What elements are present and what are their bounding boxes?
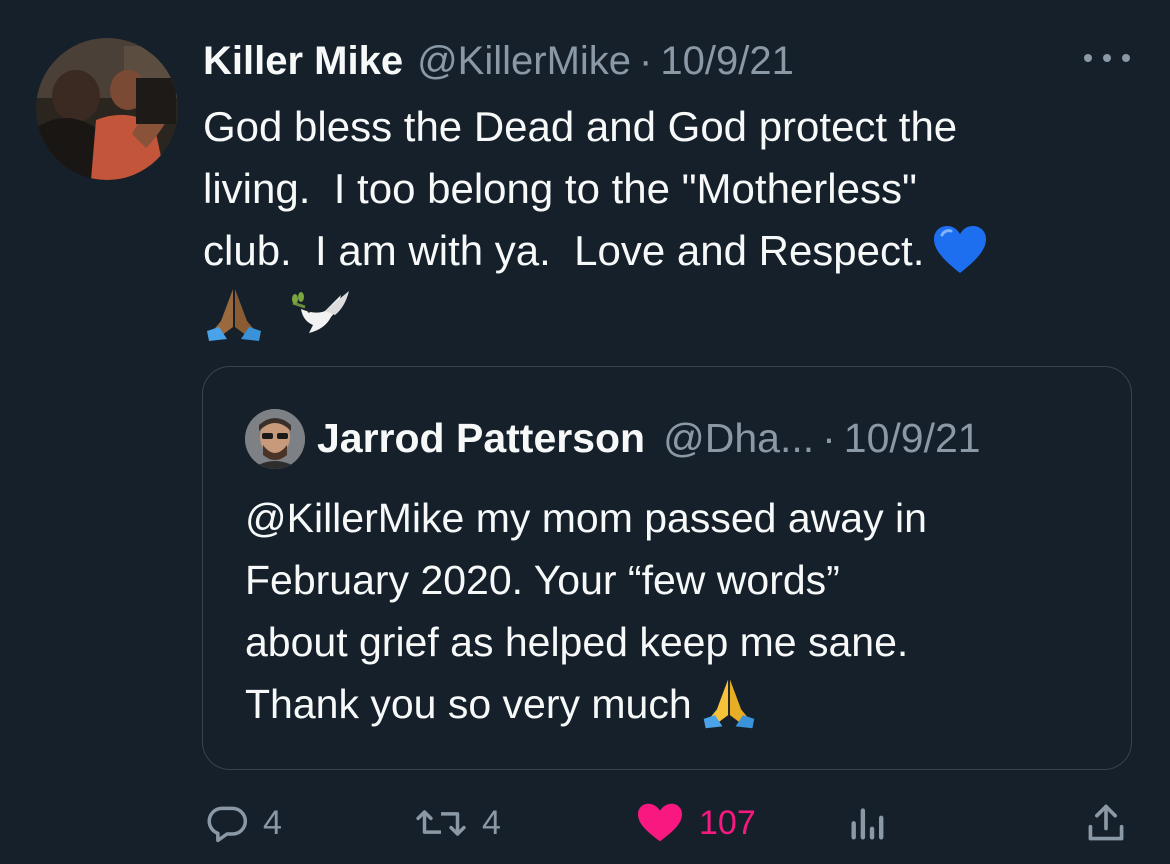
dove-emoji-icon — [292, 291, 349, 333]
tweet-actions: 4 4 107 — [0, 796, 1170, 850]
retweet-count: 4 — [482, 803, 501, 842]
quoted-text-line: @KillerMike my mom passed away in — [245, 495, 927, 541]
quoted-tweet-header: Jarrod Patterson @Dha... · 10/9/21 — [317, 412, 981, 464]
like-button[interactable]: 107 — [635, 796, 756, 850]
tweet-text-line-content: club. I am with ya. Love and Respect. — [203, 227, 925, 274]
quoted-author-avatar[interactable] — [245, 409, 305, 469]
author-name[interactable]: Killer Mike — [203, 36, 403, 86]
reply-count: 4 — [263, 803, 282, 842]
quoted-text-line-content: Thank you so very much — [245, 681, 692, 727]
blue-heart-emoji-icon — [934, 225, 987, 273]
quoted-author-name[interactable]: Jarrod Patterson — [317, 412, 645, 464]
tweet-emoji-row — [203, 282, 1103, 344]
quoted-text-line: about grief as helped keep me sane. — [245, 619, 909, 665]
quoted-tweet-text: @KillerMike my mom passed away in Februa… — [245, 487, 1105, 735]
quoted-author-handle[interactable]: @Dha... — [663, 412, 814, 464]
tweet[interactable]: Killer Mike @KillerMike · 10/9/21 God bl… — [0, 0, 1170, 864]
more-icon[interactable] — [1084, 46, 1130, 70]
quoted-header-separator: · — [822, 415, 836, 461]
folded-hands-emoji-icon — [703, 679, 754, 729]
tweet-text: God bless the Dead and God protect the l… — [203, 96, 1103, 344]
like-count: 107 — [699, 803, 756, 842]
like-icon — [638, 803, 682, 842]
share-icon — [1088, 804, 1124, 841]
tweet-text-line: God bless the Dead and God protect the — [203, 103, 958, 150]
retweet-icon — [416, 810, 466, 836]
tweet-text-line-3: club. I am with ya. Love and Respect. — [203, 220, 1103, 282]
author-handle[interactable]: @KillerMike — [417, 36, 631, 86]
views-icon — [851, 808, 884, 840]
tweet-text-line: living. I too belong to the "Motherless" — [203, 165, 917, 212]
retweet-button[interactable]: 4 — [414, 796, 501, 850]
tweet-date[interactable]: 10/9/21 — [660, 36, 793, 86]
quoted-text-line: February 2020. Your “few words” — [245, 557, 840, 603]
folded-hands-emoji-icon — [207, 289, 261, 341]
views-button[interactable] — [846, 796, 890, 850]
tweet-header: Killer Mike @KillerMike · 10/9/21 — [203, 36, 794, 86]
quoted-tweet[interactable]: Jarrod Patterson @Dha... · 10/9/21 @Kill… — [202, 366, 1132, 770]
share-button[interactable] — [1084, 796, 1128, 850]
quoted-tweet-date[interactable]: 10/9/21 — [844, 412, 981, 464]
author-avatar[interactable] — [36, 38, 178, 180]
header-separator: · — [639, 39, 653, 83]
reply-icon — [207, 806, 248, 843]
quoted-text-line-4: Thank you so very much — [245, 673, 1105, 735]
reply-button[interactable]: 4 — [205, 796, 282, 850]
